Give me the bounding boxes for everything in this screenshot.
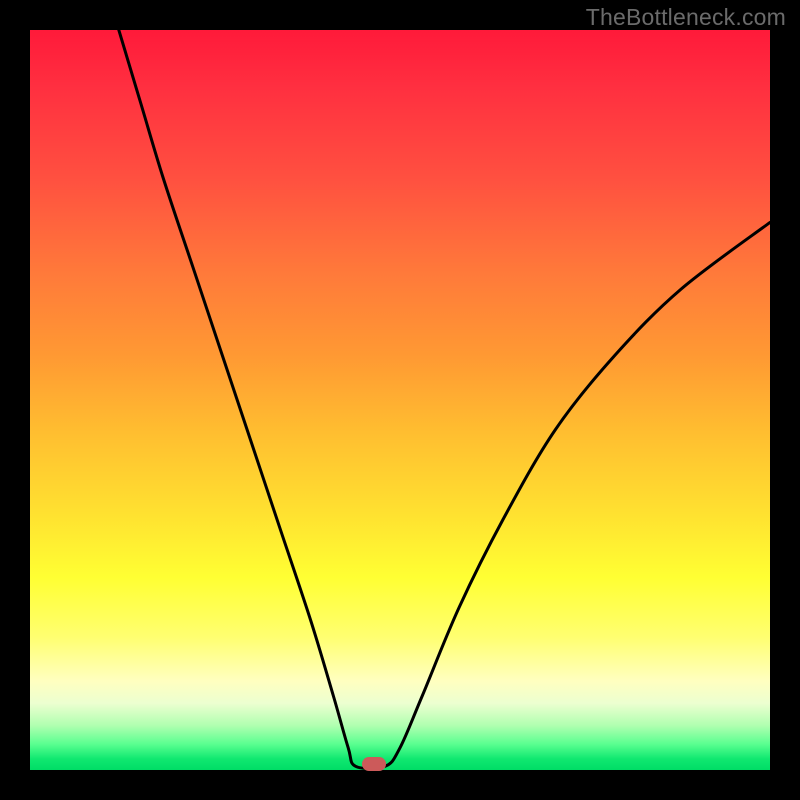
outer-frame: TheBottleneck.com bbox=[0, 0, 800, 800]
watermark-text: TheBottleneck.com bbox=[586, 4, 786, 31]
optimal-marker bbox=[362, 757, 386, 771]
bottleneck-curve bbox=[30, 30, 770, 770]
curve-path bbox=[119, 30, 770, 769]
plot-area bbox=[30, 30, 770, 770]
